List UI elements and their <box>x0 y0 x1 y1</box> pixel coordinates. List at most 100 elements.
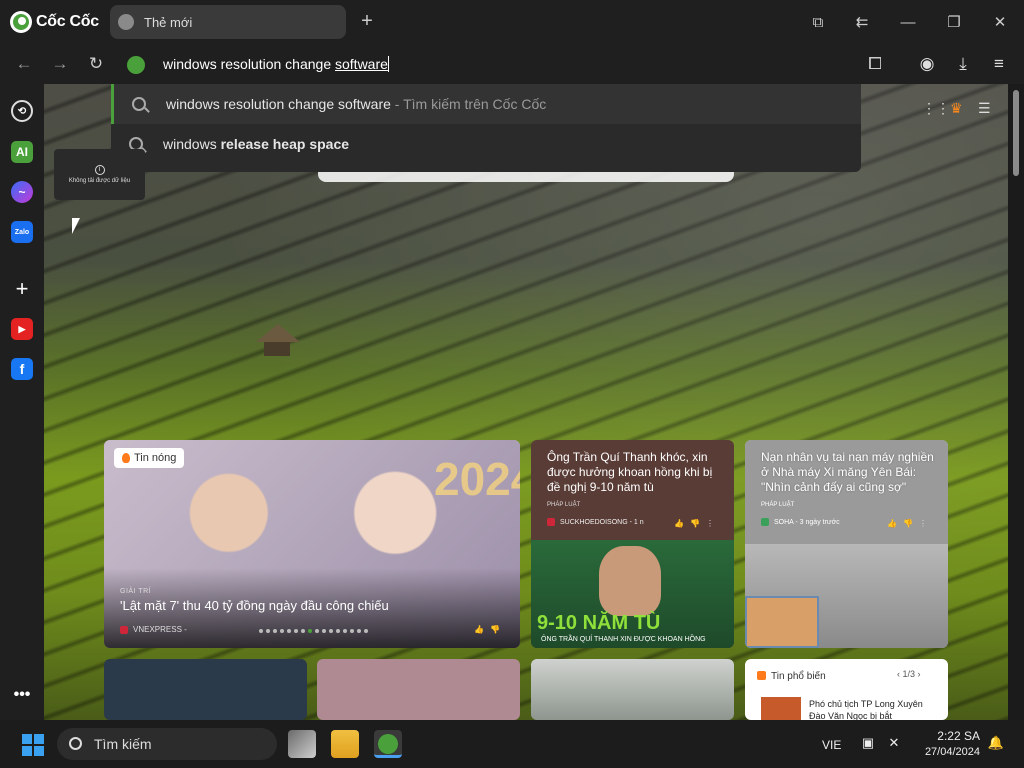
news-source: SOHA - 3 ngày trước <box>761 518 840 526</box>
volume-muted-icon[interactable]: ✕ <box>886 735 902 751</box>
trending-item[interactable]: Phó chủ tịch TP Long Xuyên Đào Văn Ngọc … <box>809 698 939 720</box>
source-icon <box>120 625 128 634</box>
back-button[interactable]: ← <box>11 52 37 76</box>
news-card-featured[interactable]: 2024 Tin nóng GIẢI TRÍ 'Lật mặt 7' thu 4… <box>104 440 520 648</box>
add-app-icon[interactable]: + <box>11 276 33 301</box>
task-view-icon[interactable] <box>288 730 316 758</box>
sidebar: ⟲ AI ~ Zalo + ▶ f ••• <box>0 84 44 720</box>
news-category: GIẢI TRÍ <box>120 588 152 595</box>
reload-button[interactable]: ↻ <box>83 52 109 76</box>
news-card[interactable] <box>104 659 307 720</box>
windows-taskbar: Tìm kiếm VIE ▣ ✕ 2:22 SA 27/04/2024 🔔 <box>0 720 1024 768</box>
more-options-icon[interactable]: ⋮ <box>706 519 714 528</box>
news-title[interactable]: Nạn nhân vụ tai nạn máy nghiền ở Nhà máy… <box>761 450 941 495</box>
messenger-icon[interactable]: ~ <box>11 181 33 203</box>
trending-icon <box>757 671 766 680</box>
address-bar-text[interactable]: windows resolution change software <box>163 56 389 72</box>
carousel-dots[interactable] <box>259 629 368 633</box>
browser-logo[interactable]: Cốc Cốc <box>10 11 99 33</box>
ai-assistant-icon[interactable]: AI <box>11 141 33 163</box>
forward-button[interactable]: → <box>47 52 73 76</box>
zalo-icon[interactable]: Zalo <box>11 221 33 243</box>
coccoc-logo-icon <box>10 11 32 33</box>
clock-date[interactable]: 27/04/2024 <box>918 746 980 758</box>
source-label: VNEXPRESS - <box>133 625 187 634</box>
suggestion-query: windows resolution change software <box>166 96 391 112</box>
trending-pager[interactable]: ‹ 1/3 › <box>897 669 921 679</box>
suggestion-bold: release heap space <box>220 136 350 152</box>
customize-icon[interactable]: ☰ <box>978 100 991 117</box>
news-title[interactable]: Ông Trần Quí Thanh khóc, xin được hưởng … <box>547 450 722 495</box>
taskbar-search[interactable]: Tìm kiếm <box>57 728 277 760</box>
notification-bell-icon[interactable]: 🔔 <box>988 735 1004 751</box>
suggestion-item[interactable]: windows release heap space <box>111 124 861 164</box>
news-source: SUCKHOEDOISONG - 1 n <box>547 518 644 526</box>
badge-label: Tin nóng <box>134 452 177 464</box>
menu-icon[interactable]: ≡ <box>986 52 1012 76</box>
coccoc-taskbar-icon[interactable] <box>374 730 402 758</box>
close-button[interactable]: ✕ <box>986 8 1014 36</box>
dislike-icon[interactable]: 👎 <box>490 625 500 634</box>
hot-news-badge: Tin nóng <box>114 448 185 468</box>
downloads-icon[interactable]: ⤓ <box>950 52 976 76</box>
like-icon[interactable]: 👍 <box>474 625 484 634</box>
omnibox-suggestions: windows resolution change software - Tìm… <box>111 84 861 172</box>
tab-new-tab[interactable]: Thẻ mới <box>110 5 346 39</box>
info-icon: i <box>94 165 105 175</box>
omnibox-typed: windows resolution change <box>163 56 335 72</box>
start-button[interactable] <box>22 734 44 756</box>
profile-icon[interactable]: ◉ <box>914 52 940 76</box>
photo-caption: ÔNG TRẦN QUÍ THANH XIN ĐƯỢC KHOAN HỒNG <box>541 636 706 643</box>
trending-title: Tin phổ biến <box>771 671 826 682</box>
news-card[interactable]: Ông Trần Quí Thanh khóc, xin được hưởng … <box>531 440 734 648</box>
photo-overlay-text: 2024 <box>434 453 520 505</box>
trending-thumbnail <box>761 697 801 720</box>
back-history-icon[interactable]: ⇇ <box>848 8 876 36</box>
more-options-icon[interactable]: ⋮ <box>919 519 927 528</box>
more-icon[interactable]: ••• <box>11 684 33 706</box>
browser-brand: Cốc Cốc <box>36 13 99 30</box>
scroll-thumb[interactable] <box>1013 90 1019 176</box>
news-card[interactable] <box>317 659 520 720</box>
inset-photo <box>745 596 819 648</box>
file-explorer-icon[interactable] <box>331 730 359 758</box>
tab-search-icon[interactable]: ⧉ <box>804 8 832 36</box>
suggestion-item[interactable]: windows resolution change software - Tìm… <box>111 84 861 124</box>
news-card[interactable]: Nạn nhân vụ tai nạn máy nghiền ở Nhà máy… <box>745 440 948 648</box>
dislike-icon[interactable]: 👎 <box>903 519 913 528</box>
omnibox-completion: software <box>335 56 388 72</box>
tooltip-text: Không tải được dữ liệu <box>68 178 131 184</box>
network-icon[interactable]: ▣ <box>860 735 876 751</box>
coccoc-search-icon <box>127 56 145 74</box>
flame-icon <box>122 453 130 463</box>
title-bar: Cốc Cốc Thẻ mới + ⧉ ⇇ — ❐ ✕ <box>0 0 1024 44</box>
maximize-button[interactable]: ❐ <box>940 8 968 36</box>
premium-crown-icon[interactable]: ♛ <box>950 100 963 117</box>
source-label: SOHA - 3 ngày trước <box>774 518 840 526</box>
news-category: PHÁP LUẬT <box>761 502 795 508</box>
facebook-icon[interactable]: f <box>11 358 33 380</box>
page-scrollbar[interactable] <box>1008 84 1024 720</box>
extensions-icon[interactable]: ⧠ <box>862 52 888 76</box>
input-language[interactable]: VIE <box>822 738 841 752</box>
news-source: VNEXPRESS - <box>120 625 187 634</box>
source-icon <box>547 518 555 526</box>
photo-headline: 9-10 NĂM TÙ <box>537 612 661 634</box>
history-icon[interactable]: ⟲ <box>11 100 33 122</box>
new-tab-button[interactable]: + <box>356 10 378 32</box>
background-hut <box>256 324 300 364</box>
like-icon[interactable]: 👍 <box>887 519 897 528</box>
minimize-button[interactable]: — <box>894 8 922 36</box>
clock-time[interactable]: 2:22 SA <box>930 729 980 743</box>
search-icon <box>132 97 146 111</box>
news-card[interactable] <box>531 659 734 720</box>
mouse-cursor <box>72 218 80 234</box>
apps-grid-icon[interactable]: ⋮⋮ <box>922 100 950 117</box>
dislike-icon[interactable]: 👎 <box>690 519 700 528</box>
news-title[interactable]: 'Lật mặt 7' thu 40 tỷ đồng ngày đầu công… <box>120 598 389 613</box>
text-caret <box>387 56 389 72</box>
source-icon <box>761 518 769 526</box>
like-icon[interactable]: 👍 <box>674 519 684 528</box>
trending-card[interactable]: Tin phổ biến ‹ 1/3 › Phó chủ tịch TP Lon… <box>745 659 948 720</box>
youtube-icon[interactable]: ▶ <box>11 318 33 340</box>
